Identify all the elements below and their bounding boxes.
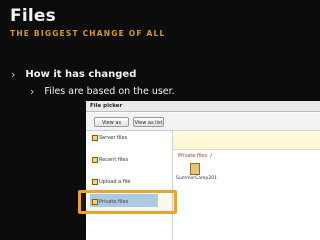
bullet-text: Files are based on the user.	[44, 86, 175, 97]
breadcrumb: Private files /	[178, 153, 212, 159]
folder-icon	[92, 135, 98, 141]
file-content-pane: Private files / SummerCamp201	[173, 131, 320, 240]
info-strip	[173, 133, 320, 150]
repo-label: Server files	[99, 135, 128, 141]
slide-title: Files	[10, 6, 56, 26]
bullet-how-it-changed: › How it has changed	[11, 68, 136, 81]
folder-icon	[92, 157, 98, 163]
callout-highlight-box	[78, 190, 177, 214]
bullet-files-based-on-user: › Files are based on the user.	[30, 85, 175, 98]
folder-icon	[190, 163, 200, 175]
slide-subtitle: THE BIGGEST CHANGE OF ALL	[10, 29, 166, 38]
file-item[interactable]: SummerCamp201	[176, 163, 217, 181]
bullet-text: How it has changed	[25, 69, 137, 80]
repo-label: Recent files	[99, 157, 129, 163]
upload-icon	[92, 179, 98, 185]
view-toolbar: View as icons View as list	[86, 113, 320, 136]
repo-server-files[interactable]: Server files	[92, 135, 127, 141]
file-name: SummerCamp201	[176, 176, 217, 181]
breadcrumb-private-files[interactable]: Private files	[178, 153, 207, 159]
view-as-icons-button[interactable]: View as icons	[94, 117, 129, 136]
chevron-right-icon: ›	[11, 68, 16, 81]
file-picker-dialog: File picker View as icons View as list S…	[86, 101, 320, 240]
repo-recent-files[interactable]: Recent files	[92, 157, 128, 163]
repo-label: Upload a file	[99, 179, 131, 185]
view-as-list-button[interactable]: View as list	[133, 117, 164, 127]
repository-list: Server files Recent files Upload a file …	[86, 131, 173, 240]
repo-upload-file[interactable]: Upload a file	[92, 179, 130, 185]
chevron-right-icon: ›	[30, 85, 35, 98]
file-picker-title: File picker	[86, 101, 320, 112]
breadcrumb-separator: /	[210, 153, 212, 159]
